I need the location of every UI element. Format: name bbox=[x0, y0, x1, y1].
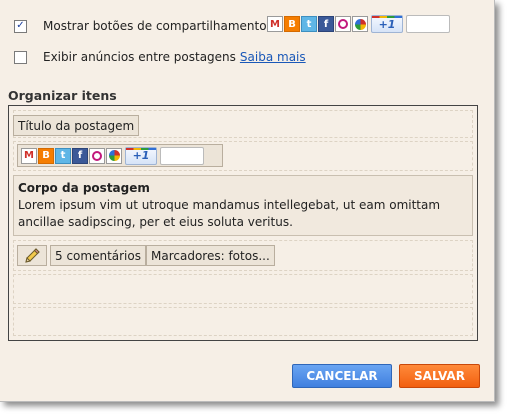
gmail-icon: M bbox=[21, 147, 37, 164]
blogger-icon: B bbox=[38, 147, 54, 164]
layout-slot bbox=[13, 307, 473, 336]
plusone-count-bubble bbox=[406, 15, 450, 33]
comments-item[interactable]: 5 comentários bbox=[50, 245, 146, 266]
buzz-icon bbox=[352, 16, 368, 32]
ads-checkbox[interactable] bbox=[14, 50, 27, 64]
ads-option-label: Exibir anúncios entre postagens bbox=[43, 50, 236, 64]
post-body-heading: Corpo da postagem bbox=[18, 181, 150, 195]
share-buttons-checkbox[interactable]: ✓ bbox=[14, 19, 27, 33]
blogger-icon: B bbox=[284, 16, 300, 32]
orkut-icon bbox=[89, 147, 105, 164]
buzz-icon bbox=[106, 147, 122, 164]
plusone-count-bubble bbox=[160, 146, 204, 165]
learn-more-link[interactable]: Saiba mais bbox=[240, 50, 306, 64]
orkut-icon bbox=[335, 16, 351, 32]
share-option-row: ✓ Mostrar botões de compartilhamento bbox=[14, 16, 267, 36]
cancel-button[interactable]: CANCELAR bbox=[292, 364, 392, 388]
layout-editor-panel: ✓ Mostrar botões de compartilhamento M B… bbox=[0, 0, 495, 402]
labels-item[interactable]: Marcadores: fotos... bbox=[146, 245, 275, 266]
facebook-icon: f bbox=[318, 16, 334, 32]
organize-items-title: Organizar itens bbox=[8, 88, 117, 103]
save-button[interactable]: SALVAR bbox=[399, 364, 480, 388]
twitter-icon: t bbox=[301, 16, 317, 32]
pencil-icon bbox=[25, 247, 40, 263]
post-title-item[interactable]: Título da postagem bbox=[13, 115, 140, 136]
ads-option-row: Exibir anúncios entre postagens Saiba ma… bbox=[14, 47, 306, 67]
share-buttons-preview: M B t f +1 bbox=[267, 15, 450, 33]
plusone-button: +1 bbox=[371, 15, 403, 33]
share-buttons-item[interactable]: M B t f +1 bbox=[17, 144, 223, 167]
gmail-icon: M bbox=[267, 16, 283, 32]
plusone-button: +1 bbox=[125, 146, 157, 165]
post-body-item[interactable]: Corpo da postagem Lorem ipsum vim ut utr… bbox=[13, 175, 473, 236]
share-buttons-item-icons: M B t f +1 bbox=[21, 146, 204, 165]
share-option-label: Mostrar botões de compartilhamento bbox=[43, 19, 267, 33]
layout-slot bbox=[13, 274, 473, 304]
organize-items-area: Título da postagem M B t f +1 Corpo da p… bbox=[8, 105, 478, 341]
twitter-icon: t bbox=[55, 147, 71, 164]
post-body-text: Lorem ipsum vim ut utroque mandamus inte… bbox=[18, 198, 441, 229]
edit-post-item[interactable] bbox=[17, 245, 47, 266]
facebook-icon: f bbox=[72, 147, 88, 164]
